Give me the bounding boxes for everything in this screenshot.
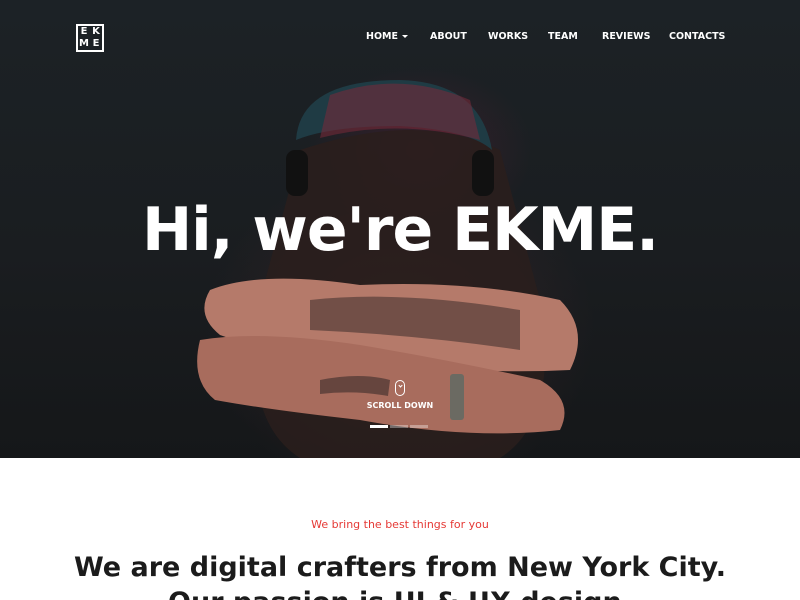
logo-letter: E — [92, 38, 100, 49]
mouse-icon — [395, 380, 405, 396]
nav-item-label: CONTACTS — [669, 31, 726, 42]
nav-item-works[interactable]: WORKS — [488, 31, 548, 42]
nav-item-label: TEAM — [548, 31, 578, 42]
nav-item-label: WORKS — [488, 31, 529, 42]
nav-item-reviews[interactable]: REVIEWS — [602, 31, 669, 42]
nav-item-contacts[interactable]: CONTACTS — [669, 31, 725, 42]
nav-item-about[interactable]: ABOUT — [430, 31, 488, 42]
nav-item-label: REVIEWS — [602, 31, 651, 42]
nav-item-label: HOME — [366, 31, 398, 42]
hero-section: E K M E HOME ABOUT WORKS TEAM REVIEWS CO… — [0, 0, 800, 458]
main-nav: HOME ABOUT WORKS TEAM REVIEWS CONTACTS — [366, 31, 725, 42]
intro-title: We are digital crafters from New York Ci… — [0, 550, 800, 600]
slider-dot[interactable] — [390, 425, 408, 428]
caret-down-icon — [401, 35, 408, 38]
slider-dot[interactable] — [370, 425, 388, 428]
scroll-down-label: SCROLL DOWN — [366, 401, 434, 410]
slider-pagination — [370, 425, 428, 428]
slider-dot[interactable] — [410, 425, 428, 428]
intro-tagline: We bring the best things for you — [311, 518, 489, 531]
ekme-logo[interactable]: E K M E — [76, 24, 104, 52]
logo-letter: E — [80, 26, 88, 37]
logo-letter: K — [92, 26, 100, 37]
nav-item-label: ABOUT — [430, 31, 467, 42]
logo-letter: M — [79, 38, 89, 49]
nav-item-team[interactable]: TEAM — [548, 31, 602, 42]
nav-item-home[interactable]: HOME — [366, 31, 430, 42]
scroll-down-button[interactable]: SCROLL DOWN — [350, 380, 450, 410]
intro-title-line: We are digital crafters from New York Ci… — [73, 552, 727, 583]
hero-headline: Hi, we're EKME. — [141, 195, 659, 265]
intro-title-line: Our passion is UI & UX design. — [168, 587, 632, 600]
